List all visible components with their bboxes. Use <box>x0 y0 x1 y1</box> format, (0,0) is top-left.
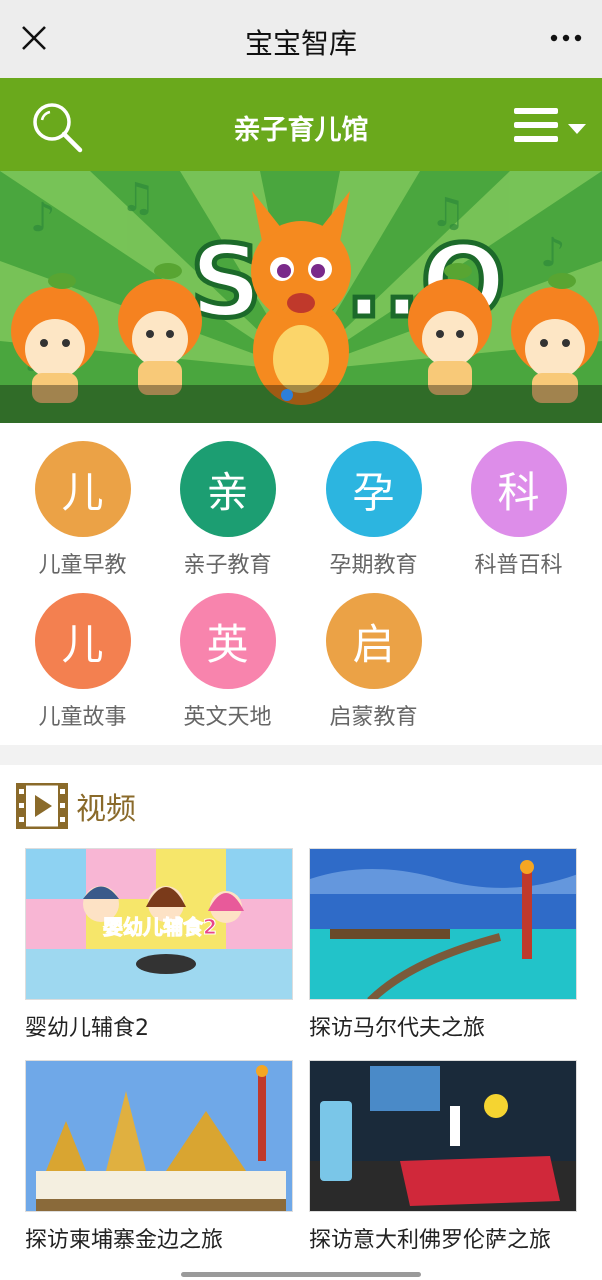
category-science[interactable]: 科 科普百科 <box>446 441 591 579</box>
video-caption: 探访意大利佛罗伦萨之旅 <box>309 1228 552 1253</box>
category-label: 孕期教育 <box>329 553 418 578</box>
svg-text:♪: ♪ <box>30 195 56 241</box>
more-dots-icon[interactable] <box>546 24 586 52</box>
section-divider <box>0 745 602 765</box>
category-label: 启蒙教育 <box>329 705 418 730</box>
category-icon: 孕 <box>325 441 422 537</box>
video-caption: 探访柬埔寨金边之旅 <box>25 1228 224 1253</box>
category-child-stories[interactable]: 儿 儿童故事 <box>10 593 155 731</box>
category-english[interactable]: 英 英文天地 <box>155 593 300 731</box>
carousel-dot-active[interactable] <box>281 389 293 401</box>
category-icon: 科 <box>470 441 567 537</box>
thumbnail-overlay-text: 婴幼儿辅食2 <box>103 915 217 939</box>
video-section-header: 视频 <box>16 782 136 830</box>
category-label: 儿童早教 <box>38 553 127 578</box>
hamburger-menu-icon[interactable] <box>514 106 590 146</box>
category-icon: 儿 <box>34 593 131 689</box>
carousel-indicator-bar <box>0 385 602 423</box>
category-label: 儿童故事 <box>38 705 127 730</box>
svg-text:♪: ♪ <box>540 230 566 276</box>
category-icon: 亲 <box>179 441 276 537</box>
category-enlightenment[interactable]: 启 启蒙教育 <box>301 593 446 731</box>
video-thumbnail <box>309 1060 577 1212</box>
category-grid: 儿 儿童早教 亲 亲子教育 孕 孕期教育 科 科普百科 儿 儿童故事 英 英文天… <box>0 423 602 745</box>
video-thumbnail <box>25 1060 293 1212</box>
category-icon: 英 <box>179 593 276 689</box>
category-parenting[interactable]: 亲 亲子教育 <box>155 441 300 579</box>
site-title: 亲子育儿馆 <box>233 115 369 146</box>
video-card[interactable]: 探访柬埔寨金边之旅 <box>25 1060 293 1254</box>
video-card[interactable]: 婴幼儿辅食2 婴幼儿辅食2 <box>25 848 293 1042</box>
video-caption: 婴幼儿辅食2 <box>25 1016 149 1041</box>
category-label: 英文天地 <box>183 705 272 730</box>
video-thumbnail <box>309 848 577 1000</box>
category-label: 亲子教育 <box>183 553 272 578</box>
category-icon: 启 <box>325 593 422 689</box>
dragon-mascot <box>251 191 351 405</box>
site-header: 亲子育儿馆 <box>0 78 602 171</box>
film-icon <box>16 783 68 829</box>
category-label: 科普百科 <box>474 553 563 578</box>
top-bar: 宝宝智库 <box>0 0 602 78</box>
window-title: 宝宝智库 <box>244 27 357 60</box>
video-thumbnail: 婴幼儿辅食2 <box>25 848 293 1000</box>
video-card[interactable]: 探访马尔代夫之旅 <box>309 848 577 1042</box>
svg-text:♫: ♫ <box>120 175 156 221</box>
category-pregnancy[interactable]: 孕 孕期教育 <box>301 441 446 579</box>
category-child-early-education[interactable]: 儿 儿童早教 <box>10 441 155 579</box>
video-section-title: 视频 <box>76 792 136 827</box>
video-card[interactable]: 探访意大利佛罗伦萨之旅 <box>309 1060 577 1254</box>
video-caption: 探访马尔代夫之旅 <box>309 1016 486 1041</box>
home-indicator[interactable] <box>181 1272 421 1277</box>
category-icon: 儿 <box>34 441 131 537</box>
banner-carousel[interactable]: ♪♫♫♪♫ SO..O <box>0 171 602 423</box>
